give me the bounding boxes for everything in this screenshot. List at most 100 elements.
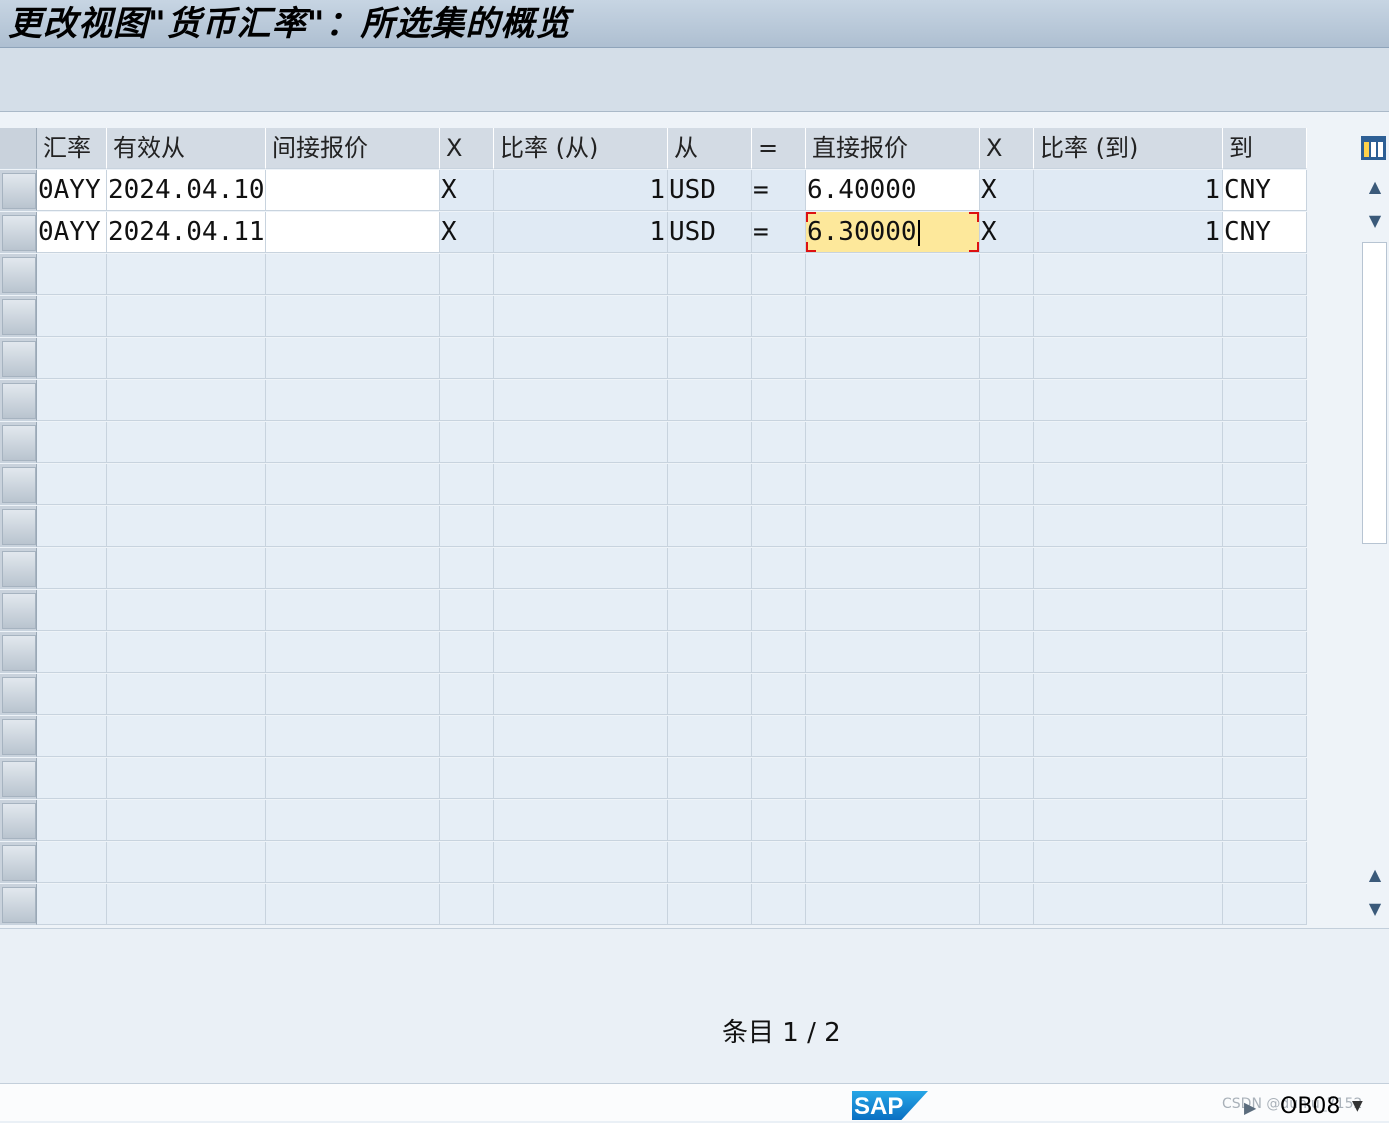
row-selector[interactable] (0, 632, 37, 673)
column-header-to-currency[interactable]: 到 (1223, 128, 1307, 169)
column-header-from-x-marker[interactable]: X (440, 128, 494, 169)
indirect-quote-cell[interactable] (266, 170, 440, 211)
empty-cell (668, 674, 752, 715)
row-selector[interactable] (0, 548, 37, 589)
from-currency-cell[interactable]: USD (668, 170, 752, 211)
empty-cell (980, 758, 1034, 799)
row-selector[interactable] (0, 506, 37, 547)
row-selector-button[interactable] (2, 341, 36, 377)
empty-cell (266, 632, 440, 673)
row-selector-button[interactable] (2, 551, 36, 587)
table-settings-icon[interactable] (1360, 134, 1387, 162)
column-header-ratio-from[interactable]: 比率 (从) (494, 128, 668, 169)
empty-cell (752, 548, 806, 589)
table-row (0, 506, 1307, 548)
from-currency-cell[interactable]: USD (668, 212, 752, 253)
row-selector[interactable] (0, 884, 37, 925)
row-selector[interactable] (0, 212, 37, 253)
row-selector[interactable] (0, 338, 37, 379)
table-row (0, 296, 1307, 338)
empty-cell (494, 716, 668, 757)
vertical-scrollbar[interactable]: ▲ ▼ ▲ ▼ (1360, 170, 1389, 926)
empty-cell (37, 884, 107, 925)
column-header-ratio-to[interactable]: 比率 (到) (1034, 128, 1223, 169)
row-selector-button[interactable] (2, 383, 36, 419)
empty-cell (1034, 590, 1223, 631)
column-header-rate-type[interactable]: 汇率 (37, 128, 107, 169)
valid-from-cell[interactable]: 2024.04.10 (107, 170, 266, 211)
row-selector[interactable] (0, 758, 37, 799)
row-selector[interactable] (0, 674, 37, 715)
equals-sign-cell: = (752, 170, 806, 211)
empty-cell (1223, 464, 1307, 505)
row-selector-button[interactable] (2, 677, 36, 713)
row-selector-button[interactable] (2, 845, 36, 881)
row-selector[interactable] (0, 170, 37, 211)
play-icon[interactable]: ▶ (1244, 1098, 1256, 1117)
row-selector-button[interactable] (2, 761, 36, 797)
row-selector-button[interactable] (2, 299, 36, 335)
page-down-icon[interactable]: ▼ (1364, 898, 1386, 920)
empty-cell (806, 338, 980, 379)
transaction-code[interactable]: OB08 (1280, 1094, 1340, 1119)
to-currency-cell[interactable]: CNY (1223, 212, 1307, 253)
table-row (0, 800, 1307, 842)
column-header-valid-from[interactable]: 有效从 (107, 128, 266, 169)
row-selector-button[interactable] (2, 887, 36, 923)
empty-cell (752, 296, 806, 337)
empty-cell (752, 674, 806, 715)
row-selector[interactable] (0, 296, 37, 337)
select-all-cell[interactable] (0, 128, 37, 169)
row-selector-button[interactable] (2, 257, 36, 293)
row-selector[interactable] (0, 842, 37, 883)
empty-cell (440, 464, 494, 505)
empty-cell (440, 842, 494, 883)
row-selector-button[interactable] (2, 425, 36, 461)
table-header: 汇率 有效从 间接报价 X 比率 (从) 从 = 直接报价 X 比率 (到) 到 (0, 128, 1307, 170)
row-selector-button[interactable] (2, 467, 36, 503)
ratio-to-cell[interactable]: 1 (1034, 170, 1223, 211)
column-header-indirect-quote[interactable]: 间接报价 (266, 128, 440, 169)
rate-type-cell[interactable]: 0AYY (37, 170, 107, 211)
valid-from-cell[interactable]: 2024.04.11 (107, 212, 266, 253)
empty-cell (668, 254, 752, 295)
row-selector[interactable] (0, 380, 37, 421)
row-selector-button[interactable] (2, 803, 36, 839)
row-selector-button[interactable] (2, 719, 36, 755)
empty-cell (107, 296, 266, 337)
scroll-thumb[interactable] (1362, 242, 1387, 544)
ratio-from-cell[interactable]: 1 (494, 170, 668, 211)
column-header-direct-quote[interactable]: 直接报价 (806, 128, 980, 169)
row-selector[interactable] (0, 254, 37, 295)
empty-cell (494, 674, 668, 715)
row-selector[interactable] (0, 800, 37, 841)
column-header-equals-sign[interactable]: = (752, 128, 806, 169)
direct-quote-cell[interactable]: 6.40000 (806, 170, 980, 211)
scroll-up-icon[interactable]: ▲ (1364, 176, 1386, 198)
empty-cell (806, 674, 980, 715)
rate-type-cell[interactable]: 0AYY (37, 212, 107, 253)
scroll-down-icon[interactable]: ▼ (1364, 210, 1386, 232)
row-selector[interactable] (0, 422, 37, 463)
row-selector-button[interactable] (2, 635, 36, 671)
ratio-from-cell[interactable]: 1 (494, 212, 668, 253)
row-selector-button[interactable] (2, 215, 36, 251)
direct-quote-cell[interactable]: 6.30000 (806, 212, 980, 253)
row-selector[interactable] (0, 590, 37, 631)
empty-cell (752, 254, 806, 295)
indirect-quote-cell[interactable] (266, 212, 440, 253)
to-currency-cell[interactable]: CNY (1223, 170, 1307, 211)
to-currency-value: CNY (1224, 175, 1271, 205)
row-selector-button[interactable] (2, 173, 36, 209)
row-selector-button[interactable] (2, 593, 36, 629)
row-selector-button[interactable] (2, 509, 36, 545)
from-currency-value: USD (669, 175, 716, 205)
row-selector[interactable] (0, 716, 37, 757)
column-header-to-x-marker[interactable]: X (980, 128, 1034, 169)
application-toolbar (0, 48, 1389, 112)
page-up-icon[interactable]: ▲ (1364, 864, 1386, 886)
column-header-from-currency[interactable]: 从 (668, 128, 752, 169)
ratio-to-cell[interactable]: 1 (1034, 212, 1223, 253)
row-selector[interactable] (0, 464, 37, 505)
chevron-down-icon[interactable]: ▼ (1352, 1098, 1363, 1114)
